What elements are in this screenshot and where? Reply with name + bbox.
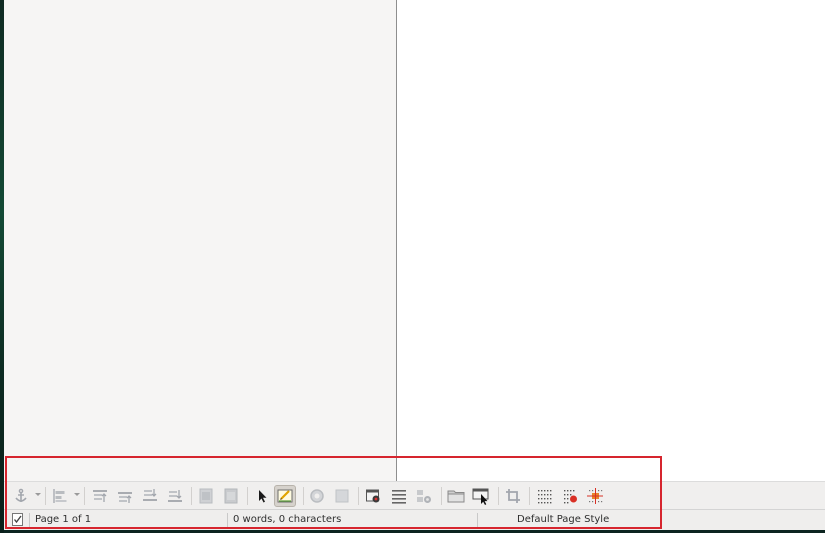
to-foreground-icon (199, 488, 213, 504)
activation-order-icon (392, 490, 406, 504)
snap-to-grid-icon (564, 490, 577, 504)
display-grid-button[interactable] (533, 485, 555, 507)
status-separator (29, 513, 30, 527)
form-properties-button[interactable] (331, 485, 353, 507)
add-field-icon (417, 490, 431, 503)
page-number-status[interactable]: Page 1 of 1 (35, 514, 91, 525)
toolbar-separator (303, 487, 304, 505)
send-to-back-button[interactable] (164, 485, 186, 507)
to-background-button[interactable] (220, 485, 242, 507)
to-background-icon (224, 488, 238, 504)
open-in-design-mode-button[interactable] (445, 485, 467, 507)
toolbar-separator (247, 487, 248, 505)
automatic-control-focus-button[interactable] (470, 485, 492, 507)
status-separator (477, 513, 478, 527)
anchor-button[interactable] (10, 485, 32, 507)
automatic-control-focus-icon (472, 488, 489, 505)
select-button[interactable] (251, 485, 273, 507)
forward-one-icon (118, 492, 132, 503)
send-to-back-icon (168, 490, 182, 502)
backward-one-button[interactable] (139, 485, 161, 507)
document-page[interactable] (397, 0, 825, 481)
bring-to-front-button[interactable] (89, 485, 111, 507)
crop-button[interactable] (502, 485, 524, 507)
status-bar: Page 1 of 1 0 words, 0 characters Defaul… (4, 509, 825, 531)
anchor-icon (15, 488, 27, 502)
page-style-status[interactable]: Default Page Style (517, 514, 609, 525)
align-objects-button[interactable] (49, 485, 71, 507)
activation-order-button[interactable] (388, 485, 410, 507)
form-properties-icon (335, 489, 349, 503)
toolbar-separator (358, 487, 359, 505)
add-field-button[interactable] (413, 485, 435, 507)
toolbar-separator (529, 487, 530, 505)
align-dropdown-arrow-icon[interactable] (74, 493, 80, 496)
toolbar-separator (84, 487, 85, 505)
control-properties-button[interactable] (306, 485, 328, 507)
toolbar-separator (441, 487, 442, 505)
toolbar-separator (191, 487, 192, 505)
display-grid-icon (538, 490, 552, 504)
left-pane (4, 0, 396, 481)
document-modified-icon[interactable] (12, 513, 24, 529)
toolbar-separator (498, 487, 499, 505)
helplines-while-moving-button[interactable] (584, 485, 606, 507)
word-count-status[interactable]: 0 words, 0 characters (233, 514, 341, 525)
align-objects-icon (53, 489, 67, 503)
form-navigator-button[interactable] (362, 485, 384, 507)
toolbar-separator (45, 487, 46, 505)
backward-one-icon (143, 489, 157, 501)
form-navigator-icon (366, 489, 380, 503)
select-pointer-icon (259, 490, 267, 503)
writer-window: Page 1 of 1 0 words, 0 characters Defaul… (4, 0, 825, 533)
forward-one-button[interactable] (114, 485, 136, 507)
anchor-dropdown-arrow-icon[interactable] (35, 493, 41, 496)
design-mode-icon (277, 489, 293, 503)
open-in-design-mode-icon (447, 490, 465, 503)
design-mode-button[interactable] (274, 485, 296, 507)
crop-icon (506, 489, 520, 503)
control-properties-icon (310, 489, 324, 503)
to-foreground-button[interactable] (195, 485, 217, 507)
helplines-while-moving-icon (587, 488, 603, 504)
status-separator (227, 513, 228, 527)
snap-to-grid-button[interactable] (559, 485, 581, 507)
form-design-toolbar (4, 481, 825, 509)
bring-to-front-icon (93, 490, 107, 502)
